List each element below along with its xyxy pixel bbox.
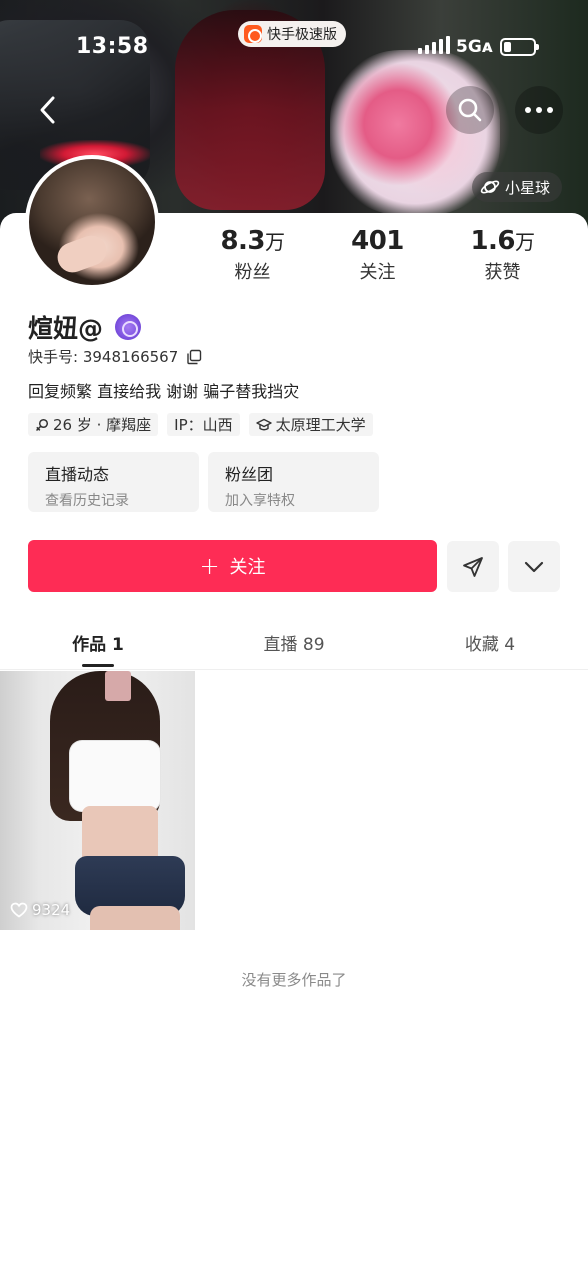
follow-label: 关注 bbox=[229, 557, 266, 578]
username: 煊妞@ bbox=[28, 314, 104, 343]
expand-recommend-button[interactable] bbox=[508, 541, 560, 592]
username-row: 煊妞@ bbox=[28, 309, 142, 345]
profile-tags: 26 岁 · 摩羯座 IP：山西 太原理工大学 bbox=[28, 413, 373, 436]
signal-icon bbox=[418, 36, 450, 54]
stat-label: 粉丝 bbox=[234, 262, 271, 283]
stat-label: 关注 bbox=[359, 262, 396, 283]
no-more-works-text: 没有更多作品了 bbox=[241, 971, 347, 989]
chevron-left-icon bbox=[40, 96, 55, 124]
more-dots-icon bbox=[525, 107, 553, 113]
card-title: 直播动态 bbox=[45, 465, 110, 484]
profile-tabs: 作品 1 直播 89 收藏 4 bbox=[0, 616, 588, 670]
stat-label: 获赞 bbox=[484, 262, 521, 283]
chevron-down-icon bbox=[524, 561, 544, 572]
planet-badge[interactable]: 小星球 bbox=[472, 172, 563, 202]
copy-icon[interactable] bbox=[186, 349, 202, 365]
card-subtitle: 查看历史记录 bbox=[45, 493, 129, 509]
back-button[interactable] bbox=[28, 90, 68, 130]
tag-text: IP：山西 bbox=[174, 416, 233, 434]
verified-badge-icon[interactable] bbox=[115, 314, 142, 340]
search-button[interactable] bbox=[446, 86, 494, 134]
tag-age-zodiac: 26 岁 · 摩羯座 bbox=[28, 413, 159, 436]
tag-school[interactable]: 太原理工大学 bbox=[248, 413, 373, 436]
kuaishou-id-row[interactable]: 快手号: 3948166567 bbox=[28, 346, 202, 367]
planet-icon bbox=[480, 180, 500, 194]
card-title: 粉丝团 bbox=[225, 465, 274, 484]
stat-followers[interactable]: 8.3万 粉丝 bbox=[190, 226, 315, 284]
stat-following[interactable]: 401 关注 bbox=[315, 226, 440, 284]
follow-button[interactable]: + 关注 bbox=[28, 540, 437, 592]
bio-text: 回复频繁 直接给我 谢谢 骗子替我挡灾 bbox=[28, 382, 300, 401]
tag-text: 26 岁 · 摩羯座 bbox=[53, 416, 152, 434]
gender-icon bbox=[35, 418, 49, 431]
tab-works[interactable]: 作品 1 bbox=[0, 616, 196, 669]
battery-icon bbox=[500, 38, 539, 56]
tag-ip-location: IP：山西 bbox=[167, 413, 240, 436]
feature-cards: 直播动态 查看历史记录 粉丝团 加入享特权 bbox=[28, 452, 379, 512]
planet-label: 小星球 bbox=[505, 178, 551, 197]
more-options-button[interactable] bbox=[515, 86, 563, 134]
app-indicator-pill[interactable]: 快手极速版 bbox=[238, 21, 346, 47]
tab-favorites[interactable]: 收藏 4 bbox=[392, 616, 588, 669]
graduation-cap-icon bbox=[255, 418, 272, 430]
tab-live[interactable]: 直播 89 bbox=[196, 616, 392, 669]
live-history-card[interactable]: 直播动态 查看历史记录 bbox=[28, 452, 199, 512]
network-type-label: 5Gᴀ bbox=[456, 37, 493, 57]
kuaishou-id-label: 快手号: 3948166567 bbox=[28, 348, 179, 366]
profile-stats: 8.3万 粉丝 401 关注 1.6万 获赞 bbox=[190, 226, 565, 284]
like-count-value: 9324 bbox=[32, 901, 71, 919]
stat-likes[interactable]: 1.6万 获赞 bbox=[440, 226, 565, 284]
stat-unit: 万 bbox=[265, 230, 285, 254]
card-subtitle: 加入享特权 bbox=[225, 493, 295, 509]
search-icon bbox=[458, 98, 482, 122]
work-like-count: 9324 bbox=[10, 901, 70, 919]
stat-unit: 万 bbox=[515, 230, 535, 254]
paper-plane-icon bbox=[463, 556, 483, 577]
app-name-label: 快手极速版 bbox=[267, 27, 337, 43]
stat-value: 8.3 bbox=[220, 226, 266, 256]
tag-text: 太原理工大学 bbox=[275, 416, 366, 434]
work-thumbnail[interactable] bbox=[0, 671, 195, 930]
status-time: 13:58 bbox=[76, 34, 149, 59]
plus-icon: + bbox=[199, 552, 220, 580]
heart-icon bbox=[10, 902, 28, 918]
stat-value: 401 bbox=[351, 226, 404, 256]
avatar[interactable] bbox=[25, 155, 159, 289]
kuaishou-logo-icon bbox=[244, 25, 262, 43]
message-button[interactable] bbox=[447, 541, 499, 592]
fan-club-card[interactable]: 粉丝团 加入享特权 bbox=[208, 452, 379, 512]
stat-value: 1.6 bbox=[470, 226, 516, 256]
